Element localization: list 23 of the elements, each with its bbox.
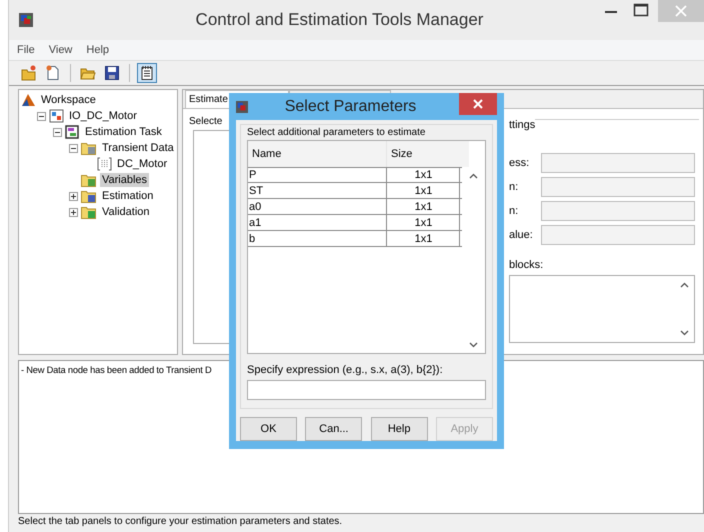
table-cell-text: P [248,168,258,182]
table-cell-text: a1 [248,216,262,230]
group-label: ttings [509,119,536,131]
field-label: blocks: [509,259,544,271]
field-label: ess: [509,157,530,169]
dialog-title: Select Parameters [284,98,418,116]
table-cell: 1x1 [386,168,460,182]
table-cell-text: b [248,232,256,246]
log-message: - New Data node has been added to Transient D [21,365,212,376]
table-cell: 1x1 [386,183,460,198]
field-label: Specify expression (e.g., s.x, a(3), b{2}): [247,364,444,376]
field-label: n: [509,181,520,193]
group-label: Selecte [188,115,224,129]
table-cell: 1x1 [386,231,460,246]
field-label: n: [509,205,520,217]
table-cell-text: ST [248,184,264,198]
field-label: alue: [509,229,534,241]
window-title: Control and Estimation Tools Manager [194,10,484,30]
table-cell: 1x1 [386,215,460,230]
status-bar-text: Select the tab panels to configure your estimation parameters and states. [18,515,344,530]
group-label: Select additional parameters to estimate [247,127,426,138]
table-cell-text: a0 [248,200,262,214]
table-cell: 1x1 [386,199,460,214]
